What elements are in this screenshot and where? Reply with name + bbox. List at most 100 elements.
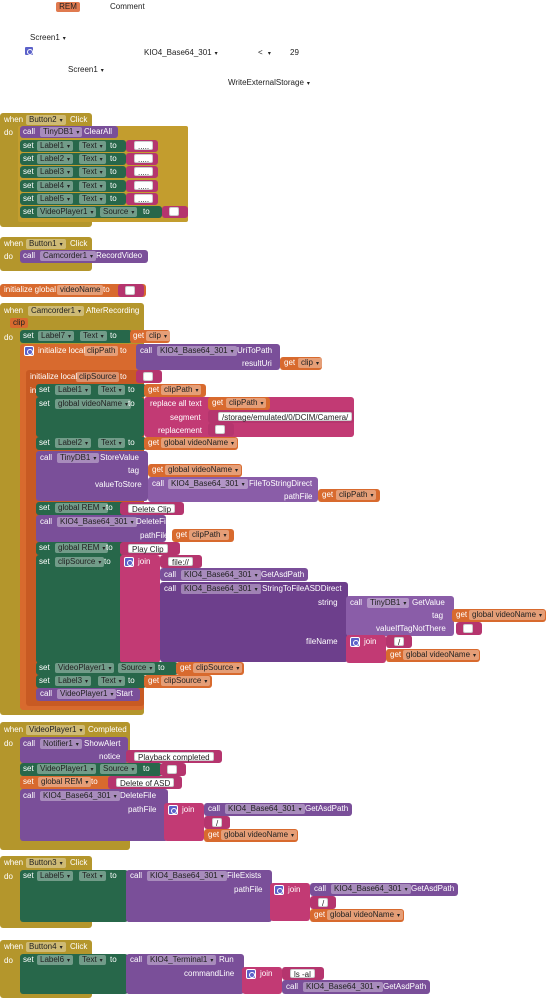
videoplayer1-dropdown[interactable]: VideoPlayer1 ▾ bbox=[26, 725, 86, 735]
delete-of-asd-literal[interactable]: Delete of ASD bbox=[116, 778, 175, 788]
label2-dropdown[interactable]: Label2 ▾ bbox=[37, 154, 74, 164]
global-rem-dropdown[interactable]: global REM ▾ bbox=[55, 543, 109, 553]
delete-clip-literal[interactable]: Delete Clip bbox=[128, 504, 176, 514]
set-clipsource-row[interactable] bbox=[36, 555, 124, 663]
screen1-dropdown-bottom[interactable]: Screen1 ▾ bbox=[68, 65, 104, 76]
clipsource-variable-dropdown[interactable]: clipSource ▾ bbox=[55, 557, 105, 567]
terminal-dropdown[interactable]: KIO4_Terminal1 ▾ bbox=[147, 955, 217, 965]
text-property-dropdown[interactable]: Text ▾ bbox=[79, 141, 106, 151]
label3-dropdown[interactable]: Label3 ▾ bbox=[37, 167, 74, 177]
label4-dropdown[interactable]: Label4 ▾ bbox=[37, 181, 74, 191]
text-literal-value[interactable]: ..... bbox=[134, 141, 154, 151]
videoplayer1-dropdown[interactable]: VideoPlayer1 ▾ bbox=[37, 207, 97, 217]
play-clip-literal[interactable]: Play Clip bbox=[128, 544, 168, 554]
kio4-dropdown[interactable]: KIO4_Base64_301 ▾ bbox=[57, 517, 137, 527]
clippath-variable-dropdown[interactable]: clipPath ▾ bbox=[189, 530, 230, 540]
camcorder1-dropdown[interactable]: Camcorder1 ▾ bbox=[28, 306, 85, 316]
global-rem-dropdown[interactable]: global REM ▾ bbox=[55, 503, 109, 513]
button1-dropdown[interactable]: Button1 ▾ bbox=[26, 239, 66, 249]
clippath-variable-dropdown[interactable]: clipPath ▾ bbox=[336, 490, 377, 500]
text-literal-empty[interactable] bbox=[167, 765, 177, 774]
camcorder1-dropdown[interactable]: Camcorder1 ▾ bbox=[40, 251, 97, 261]
kio4-dropdown[interactable]: KIO4_Base64_301 ▾ bbox=[331, 884, 411, 894]
global-videoname-dropdown[interactable]: global videoName ▾ bbox=[165, 465, 242, 475]
videoplayer1-dropdown[interactable]: VideoPlayer1 ▾ bbox=[57, 689, 117, 699]
text-literal-empty[interactable] bbox=[463, 624, 473, 633]
button2-dropdown[interactable]: Button2 ▾ bbox=[26, 115, 66, 125]
videoplayer1-dropdown[interactable]: VideoPlayer1 ▾ bbox=[37, 764, 97, 774]
kio4-dropdown[interactable]: KIO4_Base64_301 ▾ bbox=[181, 584, 261, 594]
gear-icon[interactable] bbox=[350, 637, 360, 647]
text-literal-empty[interactable] bbox=[143, 372, 153, 381]
text-property-dropdown[interactable]: Text ▾ bbox=[98, 676, 125, 686]
text-property-dropdown[interactable]: Text ▾ bbox=[98, 385, 125, 395]
gear-icon[interactable] bbox=[24, 346, 34, 356]
kio4-dropdown[interactable]: KIO4_Base64_301 ▾ bbox=[181, 570, 261, 580]
global-videoname-dropdown[interactable]: global videoName ▾ bbox=[327, 910, 404, 920]
text-literal-empty[interactable] bbox=[125, 286, 135, 295]
playback-completed-literal[interactable]: Playback completed bbox=[134, 752, 214, 762]
videoplayer1-dropdown[interactable]: VideoPlayer1 ▾ bbox=[55, 663, 115, 673]
ls-al-literal[interactable]: ls -al bbox=[290, 969, 315, 979]
kio4-dropdown[interactable]: KIO4_Base64_301 ▾ bbox=[168, 479, 248, 489]
tinydb1-dropdown[interactable]: TinyDB1 ▾ bbox=[367, 598, 410, 608]
gear-icon[interactable] bbox=[124, 557, 134, 567]
compare-operator[interactable]: < ▾ bbox=[258, 48, 271, 59]
source-property-dropdown[interactable]: Source ▾ bbox=[100, 764, 138, 774]
text-property-dropdown[interactable]: Text ▾ bbox=[79, 871, 106, 881]
label5-dropdown[interactable]: Label5 ▾ bbox=[37, 871, 74, 881]
text-property-dropdown[interactable]: Text ▾ bbox=[79, 955, 106, 965]
screen1-dropdown-top[interactable]: Screen1 ▾ bbox=[30, 33, 66, 44]
global-videoname-dropdown[interactable]: global videoName ▾ bbox=[469, 610, 546, 620]
text-literal-value[interactable]: ..... bbox=[134, 181, 154, 191]
text-property-dropdown[interactable]: Text ▾ bbox=[79, 181, 106, 191]
button3-dropdown[interactable]: Button3 ▾ bbox=[26, 858, 66, 868]
gear-icon[interactable] bbox=[168, 805, 178, 815]
clipsource-variable-dropdown[interactable]: clipSource ▾ bbox=[161, 676, 211, 686]
label1-dropdown[interactable]: Label1 ▾ bbox=[37, 141, 74, 151]
text-literal-value[interactable]: ..... bbox=[134, 167, 154, 177]
component-dropdown[interactable]: KIO4_Base64_301 ▾ bbox=[144, 48, 218, 59]
global-videoname-dropdown[interactable]: global videoName ▾ bbox=[55, 399, 132, 409]
gear-icon[interactable] bbox=[246, 969, 256, 979]
text-property-dropdown[interactable]: Text ▾ bbox=[79, 167, 106, 177]
clip-variable-dropdown[interactable]: clip ▾ bbox=[146, 331, 171, 341]
rem-badge[interactable]: REM bbox=[56, 2, 80, 12]
source-property-dropdown[interactable]: Source ▾ bbox=[118, 663, 156, 673]
label1-dropdown[interactable]: Label1 ▾ bbox=[55, 385, 92, 395]
slash-literal[interactable]: / bbox=[394, 637, 405, 647]
text-literal-empty[interactable] bbox=[169, 207, 179, 216]
tinydb1-dropdown[interactable]: TinyDB1 ▾ bbox=[57, 453, 100, 463]
text-literal-value[interactable]: ..... bbox=[134, 194, 154, 204]
label2-dropdown[interactable]: Label2 ▾ bbox=[55, 438, 92, 448]
clipsource-variable-name[interactable]: clipSource bbox=[76, 372, 120, 382]
tinydb1-dropdown[interactable]: TinyDB1 ▾ bbox=[40, 127, 83, 137]
text-literal-empty[interactable] bbox=[215, 425, 225, 434]
label6-dropdown[interactable]: Label6 ▾ bbox=[37, 955, 74, 965]
text-property-dropdown[interactable]: Text ▾ bbox=[79, 154, 106, 164]
source-property-dropdown[interactable]: Source ▾ bbox=[100, 207, 138, 217]
gear-icon[interactable] bbox=[24, 46, 34, 56]
kio4-dropdown[interactable]: KIO4_Base64_301 ▾ bbox=[40, 791, 120, 801]
text-property-dropdown[interactable]: Text ▾ bbox=[98, 438, 125, 448]
permission-dropdown[interactable]: WriteExternalStorage ▾ bbox=[228, 78, 310, 89]
clippath-variable-dropdown[interactable]: clipPath ▾ bbox=[226, 398, 267, 408]
slash-literal[interactable]: / bbox=[318, 898, 329, 908]
videoname-variable-name[interactable]: videoName bbox=[57, 285, 104, 295]
gear-icon[interactable] bbox=[274, 885, 284, 895]
text-property-dropdown[interactable]: Text ▾ bbox=[79, 194, 106, 204]
global-videoname-dropdown[interactable]: global videoName ▾ bbox=[221, 830, 298, 840]
text-property-dropdown[interactable]: Text ▾ bbox=[80, 331, 107, 341]
button4-dropdown[interactable]: Button4 ▾ bbox=[26, 942, 66, 952]
clip-param[interactable]: clip bbox=[10, 318, 29, 328]
clippath-variable-dropdown[interactable]: clipPath ▾ bbox=[161, 385, 202, 395]
kio4-dropdown[interactable]: KIO4_Base64_301 ▾ bbox=[303, 982, 383, 992]
clipsource-variable-dropdown[interactable]: clipSource ▾ bbox=[193, 663, 243, 673]
label3-dropdown[interactable]: Label3 ▾ bbox=[55, 676, 92, 686]
global-rem-dropdown[interactable]: global REM ▾ bbox=[38, 777, 92, 787]
file-prefix-literal[interactable]: file:// bbox=[168, 557, 193, 567]
clippath-variable-name[interactable]: clipPath bbox=[84, 346, 119, 356]
slash-literal[interactable]: / bbox=[212, 818, 223, 828]
clip-variable-dropdown[interactable]: clip ▾ bbox=[298, 358, 323, 368]
join-block[interactable] bbox=[120, 555, 160, 663]
